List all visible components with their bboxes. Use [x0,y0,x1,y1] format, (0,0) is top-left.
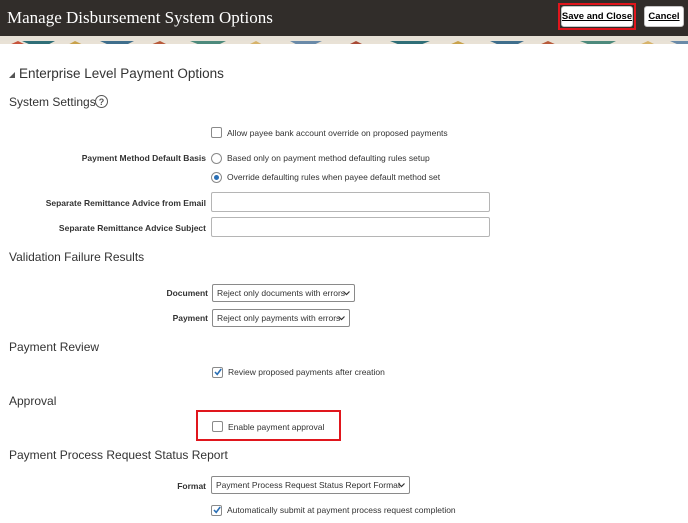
decorative-banner [0,36,688,44]
review-payments-checkbox[interactable] [212,367,223,378]
section-title-validation: Validation Failure Results [9,250,145,264]
region-title: Enterprise Level Payment Options [19,66,224,81]
radio-override-defaulting-rules[interactable] [211,172,222,183]
section-title-approval: Approval [9,394,57,408]
checkmark-icon [213,506,221,514]
format-select-value: Payment Process Request Status Report Fo… [216,480,401,490]
document-select-value: Reject only documents with errors [217,288,346,298]
format-select[interactable]: Payment Process Request Status Report Fo… [211,476,410,494]
help-icon[interactable]: ? [95,95,108,108]
chevron-down-icon [398,483,405,488]
allow-override-checkbox[interactable] [211,127,222,138]
payment-method-label: Payment Method Default Basis [81,153,206,163]
review-payments-label: Review proposed payments after creation [228,367,385,377]
region-header-enterprise-options[interactable]: Enterprise Level Payment Options [9,66,224,81]
save-and-close-button[interactable]: Save and Close [561,6,633,27]
remittance-subject-input[interactable] [211,217,490,237]
cancel-button[interactable]: Cancel [644,6,684,27]
collapse-triangle-icon[interactable] [9,71,15,78]
remittance-email-label: Separate Remittance Advice from Email [45,198,206,208]
document-label: Document [166,288,208,298]
radio-based-only-rules-label: Based only on payment method defaulting … [227,153,430,163]
radio-based-only-rules[interactable] [211,153,222,164]
banner-pattern-icon [0,41,688,44]
enable-approval-checkbox[interactable] [212,421,223,432]
page-header: Manage Disbursement System Options Save … [0,0,688,36]
auto-submit-label: Automatically submit at payment process … [227,505,456,515]
enable-approval-label: Enable payment approval [228,422,325,432]
document-select[interactable]: Reject only documents with errors [212,284,355,302]
section-title-status-report: Payment Process Request Status Report [9,448,228,462]
remittance-subject-label: Separate Remittance Advice Subject [58,223,206,233]
page-title: Manage Disbursement System Options [7,8,273,27]
section-title-payment-review: Payment Review [9,340,100,354]
payment-select-value: Reject only payments with errors [217,313,341,323]
auto-submit-checkbox[interactable] [211,505,222,516]
allow-override-label: Allow payee bank account override on pro… [227,128,448,138]
format-label: Format [177,481,206,491]
payment-select[interactable]: Reject only payments with errors [212,309,350,327]
remittance-email-input[interactable] [211,192,490,212]
radio-override-defaulting-rules-label: Override defaulting rules when payee def… [227,172,441,182]
checkmark-icon [214,368,222,376]
chevron-down-icon [338,316,345,321]
payment-label: Payment [172,313,208,323]
section-title-system-settings: System Settings [9,95,96,109]
chevron-down-icon [343,291,350,296]
